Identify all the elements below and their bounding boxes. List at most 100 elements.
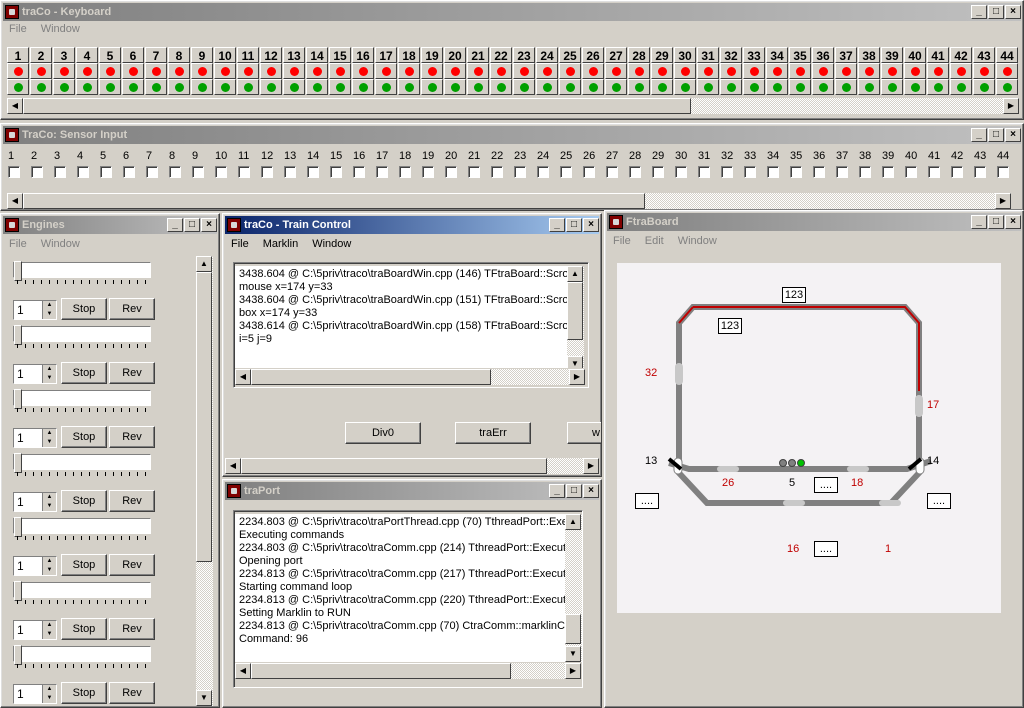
block-box-bottom[interactable]: .... <box>814 541 838 557</box>
menu-marklin[interactable]: Marklin <box>263 238 298 250</box>
green-button[interactable] <box>582 79 604 95</box>
green-button[interactable] <box>950 79 972 95</box>
menu-file[interactable]: File <box>231 238 249 250</box>
sensor-checkbox[interactable] <box>813 166 825 178</box>
green-button[interactable] <box>789 79 811 95</box>
green-button[interactable] <box>191 79 213 95</box>
sensor-checkbox[interactable] <box>307 166 319 178</box>
block-box-top[interactable]: 123 <box>782 287 806 303</box>
block-box-left[interactable]: .... <box>635 493 659 509</box>
sensor-checkbox[interactable] <box>537 166 549 178</box>
sensor-checkbox[interactable] <box>675 166 687 178</box>
sensor-checkbox[interactable] <box>215 166 227 178</box>
sensor-checkbox[interactable] <box>997 166 1009 178</box>
speed-slider[interactable] <box>13 517 151 537</box>
sensor-hscroll[interactable]: ◀ ▶ <box>7 192 1011 209</box>
red-button[interactable] <box>582 63 604 79</box>
green-button[interactable] <box>536 79 558 95</box>
sensor-checkbox[interactable] <box>928 166 940 178</box>
green-button[interactable] <box>168 79 190 95</box>
track-board-canvas[interactable]: 123 123 32 17 13 14 26 5 .... 18 .... ..… <box>617 263 1001 613</box>
scroll-up-button[interactable]: ▲ <box>567 266 583 282</box>
close-button[interactable]: × <box>1005 215 1021 229</box>
rev-button[interactable]: Rev <box>109 362 155 384</box>
sensor-checkbox[interactable] <box>330 166 342 178</box>
scroll-up-button[interactable]: ▲ <box>196 256 212 272</box>
red-button[interactable] <box>214 63 236 79</box>
red-button[interactable] <box>605 63 627 79</box>
red-button[interactable] <box>904 63 926 79</box>
red-button[interactable] <box>536 63 558 79</box>
maximize-button[interactable]: □ <box>566 484 582 498</box>
red-button[interactable] <box>720 63 742 79</box>
rev-button[interactable]: Rev <box>109 490 155 512</box>
stop-button[interactable]: Stop <box>61 298 107 320</box>
close-button[interactable]: × <box>583 484 599 498</box>
close-button[interactable]: × <box>201 218 217 232</box>
scroll-left-button[interactable]: ◀ <box>7 98 23 114</box>
sensor-checkbox[interactable] <box>146 166 158 178</box>
scroll-right-button[interactable]: ▶ <box>583 458 599 474</box>
green-button[interactable] <box>30 79 52 95</box>
red-button[interactable] <box>467 63 489 79</box>
spin-arrows-icon[interactable]: ▲ ▼ <box>42 493 56 511</box>
traport-titlebar[interactable]: traPort _ □ × <box>225 482 599 500</box>
red-button[interactable] <box>651 63 673 79</box>
rev-button[interactable]: Rev <box>109 618 155 640</box>
sensor-checkbox[interactable] <box>560 166 572 178</box>
maximize-button[interactable]: □ <box>988 5 1004 19</box>
green-button[interactable] <box>720 79 742 95</box>
engine-number-spinner[interactable]: 1 ▲ ▼ <box>13 620 57 640</box>
green-button[interactable] <box>7 79 29 95</box>
red-button[interactable] <box>835 63 857 79</box>
green-button[interactable] <box>260 79 282 95</box>
green-button[interactable] <box>697 79 719 95</box>
sensor-checkbox[interactable] <box>836 166 848 178</box>
engine-number-spinner[interactable]: 1 ▲ ▼ <box>13 428 57 448</box>
train-control-titlebar[interactable]: traCo - Train Control _ □ × <box>225 216 599 234</box>
sensor-checkbox[interactable] <box>77 166 89 178</box>
sensor-checkbox[interactable] <box>974 166 986 178</box>
red-button[interactable] <box>674 63 696 79</box>
minimize-button[interactable]: _ <box>549 218 565 232</box>
green-button[interactable] <box>559 79 581 95</box>
sensor-checkbox[interactable] <box>629 166 641 178</box>
green-button[interactable] <box>628 79 650 95</box>
scroll-down-button[interactable]: ▼ <box>565 646 581 662</box>
sensor-checkbox[interactable] <box>54 166 66 178</box>
scroll-left-button[interactable]: ◀ <box>7 193 23 209</box>
red-button[interactable] <box>996 63 1018 79</box>
traerr-button[interactable]: traErr <box>455 422 531 444</box>
red-button[interactable] <box>329 63 351 79</box>
speed-slider[interactable] <box>13 389 151 409</box>
minimize-button[interactable]: _ <box>167 218 183 232</box>
green-button[interactable] <box>651 79 673 95</box>
minimize-button[interactable]: _ <box>549 484 565 498</box>
green-button[interactable] <box>881 79 903 95</box>
red-button[interactable] <box>306 63 328 79</box>
red-button[interactable] <box>421 63 443 79</box>
red-button[interactable] <box>812 63 834 79</box>
green-button[interactable] <box>743 79 765 95</box>
engine-number-spinner[interactable]: 1 ▲ ▼ <box>13 684 57 704</box>
block-box-inner[interactable]: 123 <box>718 318 742 334</box>
scroll-left-button[interactable]: ◀ <box>225 458 241 474</box>
sensor-checkbox[interactable] <box>652 166 664 178</box>
green-button[interactable] <box>490 79 512 95</box>
red-button[interactable] <box>76 63 98 79</box>
slider-knob[interactable] <box>14 389 22 409</box>
engine-number-spinner[interactable]: 1 ▲ ▼ <box>13 492 57 512</box>
green-button[interactable] <box>674 79 696 95</box>
menu-file[interactable]: File <box>9 238 27 250</box>
red-button[interactable] <box>352 63 374 79</box>
sensor-checkbox[interactable] <box>8 166 20 178</box>
red-button[interactable] <box>168 63 190 79</box>
speed-slider[interactable] <box>13 453 151 473</box>
close-button[interactable]: × <box>583 218 599 232</box>
sensor-checkbox[interactable] <box>376 166 388 178</box>
sensor-checkbox[interactable] <box>882 166 894 178</box>
maximize-button[interactable]: □ <box>988 215 1004 229</box>
div0-button[interactable]: Div0 <box>345 422 421 444</box>
train-log-hscroll[interactable]: ◀ ▶ <box>235 368 585 385</box>
red-button[interactable] <box>444 63 466 79</box>
